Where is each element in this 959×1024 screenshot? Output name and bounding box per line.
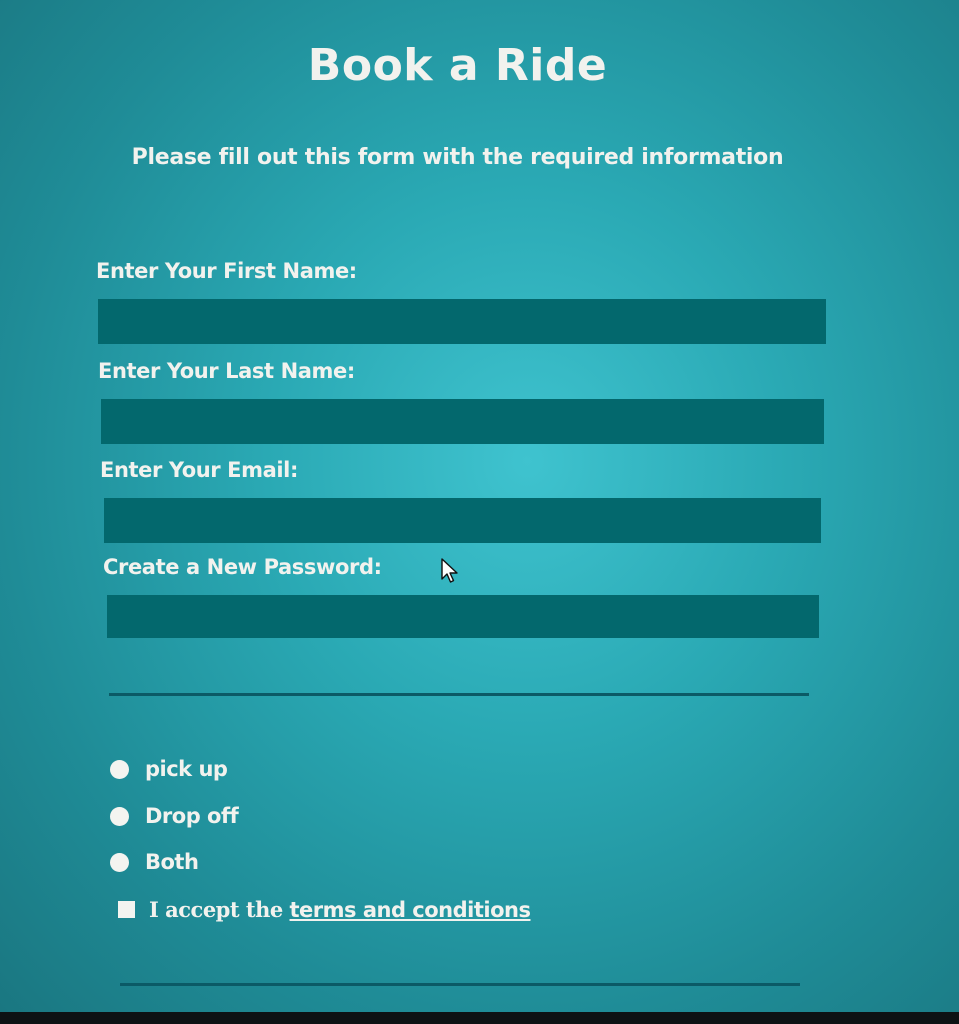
radio-button[interactable] <box>110 806 129 826</box>
ride-option-label: Drop off <box>145 804 239 828</box>
password-label: Create a New Password: <box>103 555 382 579</box>
section-divider-top <box>109 693 809 696</box>
terms-prefix: I accept the <box>149 897 290 922</box>
email-label: Enter Your Email: <box>100 458 298 482</box>
email-field[interactable] <box>104 498 821 543</box>
section-divider-bottom <box>120 983 800 986</box>
first-name-field[interactable] <box>98 299 826 344</box>
password-field[interactable] <box>107 595 819 638</box>
terms-link[interactable]: terms and conditions <box>290 898 531 922</box>
screen-bezel <box>0 1012 959 1024</box>
ride-option-label: Both <box>145 850 199 874</box>
ride-option-both[interactable]: Both <box>110 850 199 874</box>
last-name-field[interactable] <box>101 399 824 444</box>
ride-option-dropoff[interactable]: Drop off <box>110 804 239 828</box>
last-name-label: Enter Your Last Name: <box>98 359 355 383</box>
terms-checkbox[interactable] <box>118 901 135 918</box>
page-title: Book a Ride <box>307 40 608 91</box>
mouse-pointer-icon <box>441 558 458 583</box>
first-name-label: Enter Your First Name: <box>96 259 357 283</box>
ride-option-pickup[interactable]: pick up <box>110 757 228 781</box>
ride-option-label: pick up <box>145 757 228 781</box>
radio-button[interactable] <box>110 759 129 779</box>
terms-checkbox-row[interactable]: I accept the terms and conditions <box>110 897 531 922</box>
radio-button[interactable] <box>110 852 129 872</box>
form-instructions: Please fill out this form with the requi… <box>131 145 784 170</box>
